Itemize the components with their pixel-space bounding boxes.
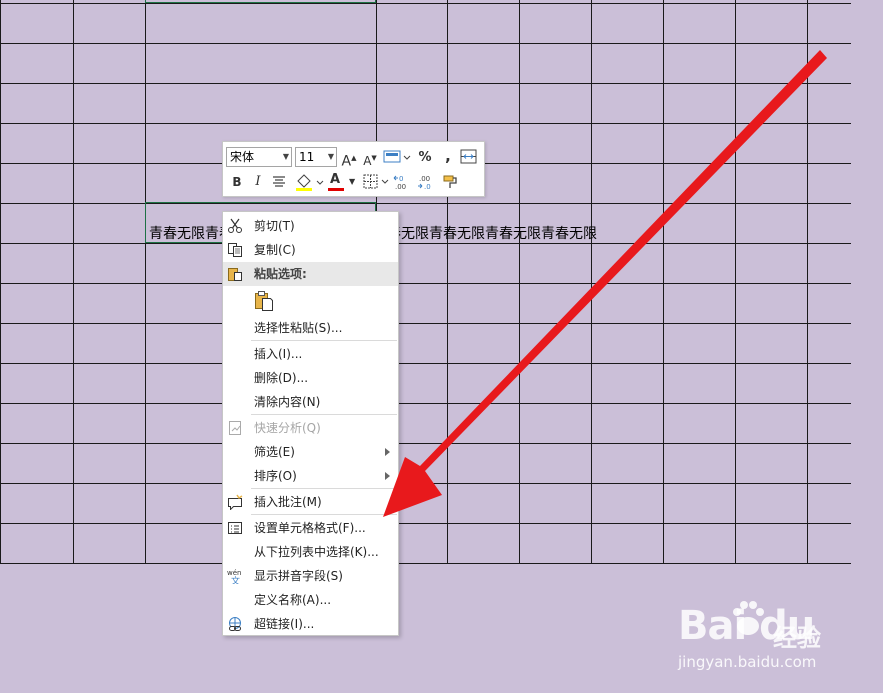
red-arrow-annotation bbox=[383, 50, 827, 517]
paw-icon bbox=[733, 601, 764, 635]
baidu-jingyan-text: 经验 bbox=[773, 624, 821, 652]
arrow-shape bbox=[383, 50, 827, 517]
watermark-url: jingyan.baidu.com bbox=[678, 653, 817, 671]
